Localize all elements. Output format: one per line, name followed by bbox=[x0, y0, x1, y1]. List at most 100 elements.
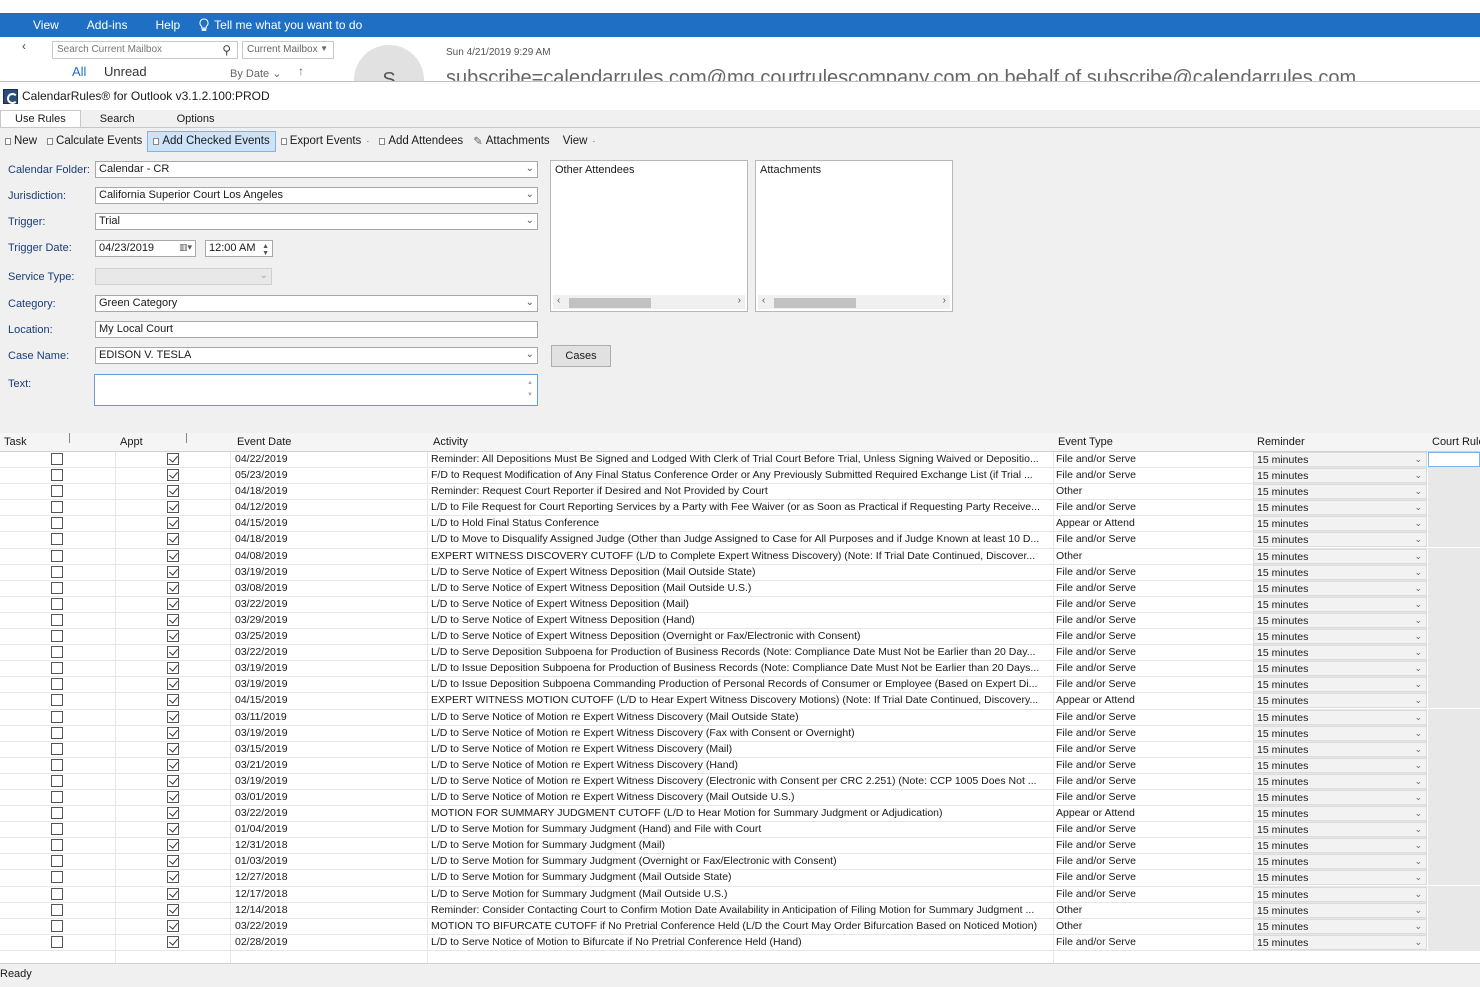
appt-checkbox[interactable] bbox=[167, 469, 179, 482]
reminder-select[interactable]: 15 minutes ⌄ bbox=[1253, 452, 1427, 467]
court-rule-cell[interactable] bbox=[1428, 612, 1480, 628]
court-rule-cell[interactable] bbox=[1428, 693, 1480, 709]
appt-checkbox[interactable] bbox=[167, 823, 179, 836]
task-checkbox[interactable] bbox=[51, 694, 63, 707]
menu-help[interactable]: Help bbox=[141, 18, 194, 32]
col-resize-handle[interactable] bbox=[69, 433, 70, 443]
appt-checkbox[interactable] bbox=[167, 646, 179, 659]
court-rule-cell[interactable] bbox=[1428, 645, 1480, 661]
reminder-select[interactable]: 15 minutes ⌄ bbox=[1253, 612, 1427, 628]
reminder-select[interactable]: 15 minutes ⌄ bbox=[1253, 516, 1427, 532]
table-row[interactable]: 04/22/2019 Reminder: All Depositions Must… bbox=[0, 452, 1480, 469]
appt-checkbox[interactable] bbox=[167, 597, 179, 610]
appt-checkbox[interactable] bbox=[167, 678, 179, 691]
attachments-list[interactable]: Attachments ‹ › bbox=[755, 160, 953, 312]
scroll-left-icon[interactable]: ‹ bbox=[762, 295, 765, 306]
add-checked-events-button[interactable]: Add Checked Events bbox=[147, 130, 276, 152]
table-row[interactable]: 03/22/2019 L/D to Serve Notice of Expert … bbox=[0, 596, 1480, 613]
appt-checkbox[interactable] bbox=[167, 565, 179, 578]
reminder-select[interactable]: 15 minutes ⌄ bbox=[1253, 500, 1427, 516]
court-rule-cell[interactable] bbox=[1428, 854, 1480, 870]
collapse-chevron-icon[interactable]: ‹ bbox=[22, 39, 26, 53]
appt-checkbox[interactable] bbox=[167, 501, 179, 514]
add-attendees-button[interactable]: Add Attendees bbox=[374, 131, 468, 152]
court-rule-cell[interactable] bbox=[1428, 468, 1480, 484]
col-event-date[interactable]: Event Date bbox=[237, 436, 291, 448]
search-icon[interactable]: ⚲ bbox=[222, 43, 231, 57]
reminder-select[interactable]: 15 minutes ⌄ bbox=[1253, 902, 1427, 918]
task-checkbox[interactable] bbox=[51, 565, 63, 578]
table-row[interactable]: 03/21/2019 L/D to Serve Notice of Motion … bbox=[0, 757, 1480, 774]
reminder-select[interactable]: 15 minutes ⌄ bbox=[1253, 677, 1427, 693]
tab-options[interactable]: Options bbox=[154, 110, 238, 128]
reminder-select[interactable]: 15 minutes ⌄ bbox=[1253, 741, 1427, 757]
court-rule-cell[interactable] bbox=[1428, 500, 1480, 516]
reminder-select[interactable]: 15 minutes ⌄ bbox=[1253, 693, 1427, 709]
reminder-select[interactable]: 15 minutes ⌄ bbox=[1253, 484, 1427, 500]
appt-checkbox[interactable] bbox=[167, 742, 179, 755]
task-checkbox[interactable] bbox=[51, 790, 63, 803]
col-task[interactable]: Task bbox=[4, 436, 27, 448]
col-activity[interactable]: Activity bbox=[433, 436, 468, 448]
table-row[interactable]: 03/19/2019 L/D to Serve Notice of Expert … bbox=[0, 564, 1480, 581]
appt-checkbox[interactable] bbox=[167, 694, 179, 707]
task-checkbox[interactable] bbox=[51, 839, 63, 852]
table-row[interactable]: 12/14/2018 Reminder: Consider Contacting … bbox=[0, 902, 1480, 919]
col-event-type[interactable]: Event Type bbox=[1058, 436, 1113, 448]
task-checkbox[interactable] bbox=[51, 678, 63, 691]
location-input[interactable]: My Local Court bbox=[95, 321, 538, 338]
reminder-select[interactable]: 15 minutes ⌄ bbox=[1253, 629, 1427, 645]
appt-checkbox[interactable] bbox=[167, 517, 179, 530]
reminder-select[interactable]: 15 minutes ⌄ bbox=[1253, 725, 1427, 741]
table-row[interactable]: 12/31/2018 L/D to Serve Motion for Summar… bbox=[0, 838, 1480, 855]
col-appt[interactable]: Appt bbox=[120, 436, 143, 448]
task-checkbox[interactable] bbox=[51, 453, 63, 465]
task-checkbox[interactable] bbox=[51, 742, 63, 755]
appt-checkbox[interactable] bbox=[167, 758, 179, 771]
court-rule-cell[interactable] bbox=[1428, 677, 1480, 693]
case-name-select[interactable]: EDISON V. TESLA ⌄ bbox=[95, 347, 538, 364]
court-rule-cell[interactable] bbox=[1428, 709, 1480, 725]
reminder-select[interactable]: 15 minutes ⌄ bbox=[1253, 854, 1427, 870]
task-checkbox[interactable] bbox=[51, 855, 63, 868]
task-checkbox[interactable] bbox=[51, 646, 63, 659]
reminder-select[interactable]: 15 minutes ⌄ bbox=[1253, 822, 1427, 838]
court-rule-cell[interactable] bbox=[1428, 548, 1480, 564]
task-checkbox[interactable] bbox=[51, 774, 63, 787]
court-rule-cell[interactable] bbox=[1428, 822, 1480, 838]
court-rule-cell[interactable] bbox=[1428, 596, 1480, 612]
appt-checkbox[interactable] bbox=[167, 871, 179, 884]
table-row[interactable]: 03/11/2019 L/D to Serve Notice of Motion … bbox=[0, 709, 1480, 726]
trigger-time-spinner[interactable]: 12:00 AM ▲ ▼ bbox=[205, 240, 273, 257]
reminder-select[interactable]: 15 minutes ⌄ bbox=[1253, 580, 1427, 596]
calendar-icon[interactable]: ▥▾ bbox=[179, 242, 192, 253]
appt-checkbox[interactable] bbox=[167, 710, 179, 723]
court-rule-cell[interactable] bbox=[1428, 516, 1480, 532]
cases-button[interactable]: Cases bbox=[551, 345, 611, 367]
table-row[interactable]: 05/23/2019 F/D to Request Modification of… bbox=[0, 468, 1480, 485]
task-checkbox[interactable] bbox=[51, 662, 63, 675]
table-row[interactable]: 02/28/2019 L/D to Serve Notice of Motion … bbox=[0, 934, 1480, 951]
table-row[interactable]: 03/29/2019 L/D to Serve Notice of Expert … bbox=[0, 612, 1480, 630]
col-resize-handle[interactable] bbox=[186, 433, 187, 443]
task-checkbox[interactable] bbox=[51, 887, 63, 900]
task-checkbox[interactable] bbox=[51, 485, 63, 498]
table-row[interactable]: 03/01/2019 L/D to Serve Notice of Motion … bbox=[0, 789, 1480, 807]
tell-me-search[interactable]: Tell me what you want to do bbox=[194, 18, 362, 32]
appt-checkbox[interactable] bbox=[167, 807, 179, 820]
court-rule-cell[interactable] bbox=[1428, 806, 1480, 822]
task-checkbox[interactable] bbox=[51, 501, 63, 514]
task-checkbox[interactable] bbox=[51, 903, 63, 916]
task-checkbox[interactable] bbox=[51, 807, 63, 820]
table-row[interactable]: 03/19/2019 L/D to Issue Deposition Subpoe… bbox=[0, 661, 1480, 678]
reminder-select[interactable]: 15 minutes ⌄ bbox=[1253, 596, 1427, 612]
reminder-select[interactable]: 15 minutes ⌄ bbox=[1253, 789, 1427, 805]
other-attendees-list[interactable]: Other Attendees ‹ › bbox=[550, 160, 748, 312]
reminder-select[interactable]: 15 minutes ⌄ bbox=[1253, 564, 1427, 580]
category-select[interactable]: Green Category ⌄ bbox=[95, 295, 538, 312]
reminder-select[interactable]: 15 minutes ⌄ bbox=[1253, 548, 1427, 564]
task-checkbox[interactable] bbox=[51, 581, 63, 594]
court-rule-cell[interactable] bbox=[1428, 741, 1480, 757]
task-checkbox[interactable] bbox=[51, 710, 63, 723]
calculate-events-button[interactable]: Calculate Events bbox=[42, 131, 147, 152]
